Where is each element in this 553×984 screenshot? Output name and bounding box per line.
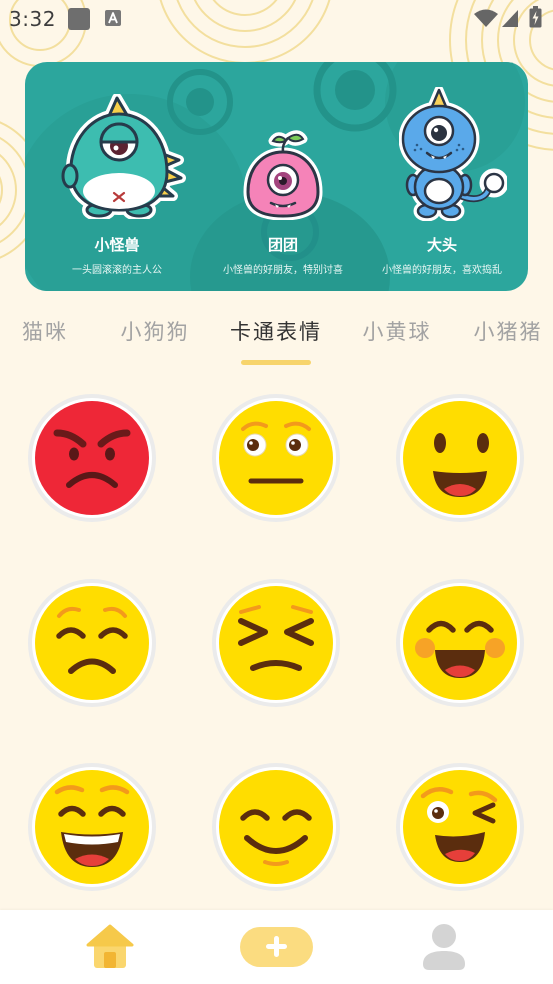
home-icon[interactable] bbox=[86, 923, 134, 969]
tab-cats[interactable]: 猫咪 bbox=[22, 316, 68, 346]
laughing-blush-face-icon bbox=[396, 579, 524, 707]
neutral-face-icon bbox=[212, 394, 340, 522]
character-name: 大头 bbox=[426, 236, 457, 254]
keyboard-a-icon bbox=[105, 10, 121, 26]
pink-blob-monster-illustration bbox=[243, 130, 323, 220]
sticker-item[interactable] bbox=[395, 393, 525, 523]
sticker-item[interactable] bbox=[27, 393, 157, 523]
character-description: 小怪兽的好朋友，特别讨喜 bbox=[223, 265, 343, 276]
profile-icon[interactable] bbox=[421, 924, 467, 970]
tab-piglets[interactable]: 小猪猪 bbox=[474, 316, 543, 346]
bottom-navigation bbox=[0, 910, 553, 984]
battery-charging-icon bbox=[529, 6, 542, 28]
character-name: 团团 bbox=[267, 236, 298, 254]
tab-puppies[interactable]: 小狗狗 bbox=[121, 316, 190, 346]
winking-face-icon bbox=[396, 763, 524, 891]
character-name: 小怪兽 bbox=[94, 236, 140, 254]
app-notification-icon bbox=[68, 8, 90, 30]
sticker-item[interactable] bbox=[211, 393, 341, 523]
sticker-item[interactable] bbox=[395, 762, 525, 892]
active-tab-indicator bbox=[241, 360, 311, 365]
sticker-grid bbox=[0, 380, 553, 905]
tab-yellow-balls[interactable]: 小黄球 bbox=[363, 316, 432, 346]
wifi-icon bbox=[474, 9, 498, 27]
character-card-datou[interactable]: 大头 小怪兽的好朋友，喜欢捣乱 bbox=[359, 62, 525, 291]
blue-monster-illustration bbox=[399, 87, 507, 221]
sticker-item[interactable] bbox=[395, 578, 525, 708]
featured-characters-banner[interactable]: 小怪兽 一头圆滚滚的主人公 团团 小怪兽的好朋友，特别讨喜 大头 小怪兽的好朋友… bbox=[25, 62, 528, 291]
sticker-item[interactable] bbox=[211, 762, 341, 892]
sad-face-icon bbox=[28, 579, 156, 707]
sticker-item[interactable] bbox=[27, 762, 157, 892]
angry-face-icon bbox=[28, 394, 156, 522]
character-card-xiaoguaishou[interactable]: 小怪兽 一头圆滚滚的主人公 bbox=[34, 62, 200, 291]
add-button[interactable] bbox=[240, 927, 313, 967]
add-icon bbox=[274, 936, 279, 957]
sticker-item[interactable] bbox=[211, 578, 341, 708]
tab-cartoon-expressions[interactable]: 卡通表情 bbox=[230, 316, 322, 346]
signal-icon bbox=[502, 10, 518, 27]
category-tabs: 猫咪 小狗狗 卡通表情 小黄球 小猪猪 bbox=[0, 310, 553, 370]
status-time: 3:32 bbox=[9, 7, 56, 31]
sticker-item[interactable] bbox=[27, 578, 157, 708]
squinting-face-icon bbox=[212, 579, 340, 707]
smiling-face-icon bbox=[212, 763, 340, 891]
status-bar: 3:32 bbox=[0, 0, 553, 38]
teal-monster-illustration bbox=[61, 94, 186, 219]
happy-face-icon bbox=[396, 394, 524, 522]
character-description: 一头圆滚滚的主人公 bbox=[72, 265, 162, 276]
character-description: 小怪兽的好朋友，喜欢捣乱 bbox=[382, 265, 502, 276]
character-card-tuantuan[interactable]: 团团 小怪兽的好朋友，特别讨喜 bbox=[200, 62, 366, 291]
grinning-face-icon bbox=[28, 763, 156, 891]
